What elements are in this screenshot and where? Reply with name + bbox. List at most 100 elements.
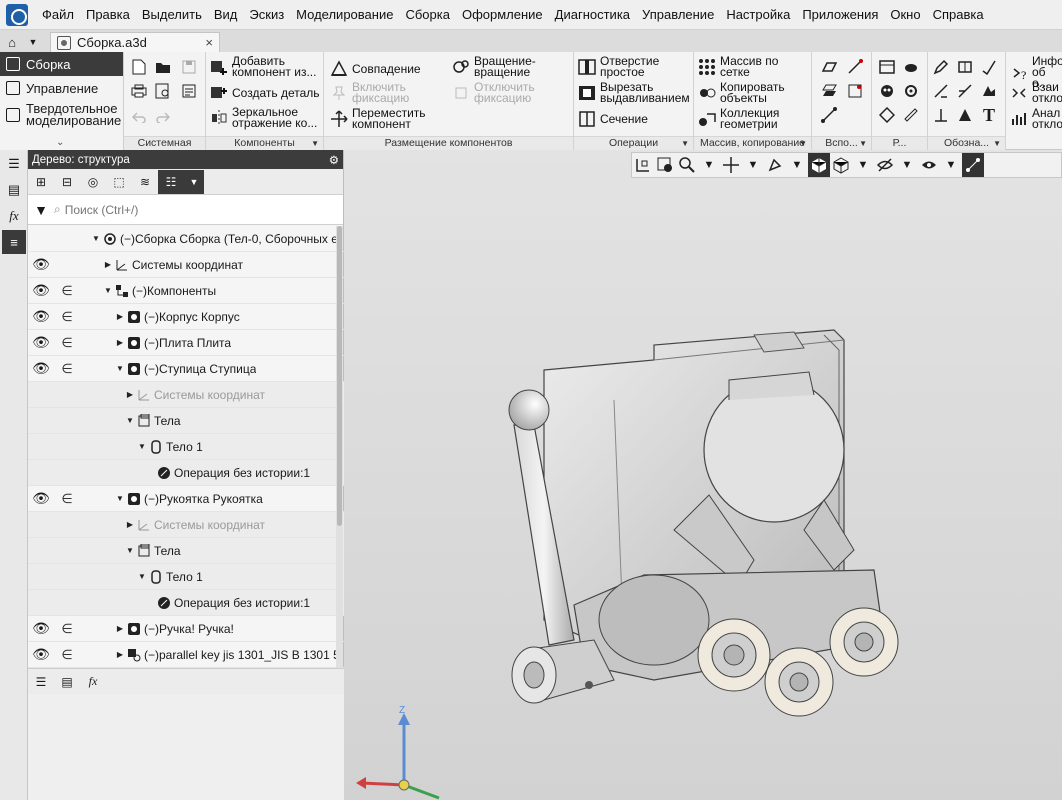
save-icon[interactable] [180, 58, 198, 76]
tree-row-handle-operation[interactable]: Операция без истории:1 [28, 590, 344, 616]
chevron-down-icon[interactable]: ▼ [896, 153, 918, 177]
datum-icon[interactable] [956, 58, 974, 76]
leader-icon[interactable] [932, 82, 950, 100]
tree-structure-icon[interactable]: ☰ [28, 670, 54, 694]
text-icon[interactable]: T [980, 105, 998, 125]
eye-icon[interactable]: 👁 [28, 256, 54, 273]
menu-help[interactable]: Справка [927, 7, 990, 22]
menu-assembly[interactable]: Сборка [399, 7, 456, 22]
roughness-icon[interactable] [980, 58, 998, 76]
include-icon[interactable]: ∈ [54, 621, 80, 637]
preview-icon[interactable] [154, 82, 172, 100]
menu-management[interactable]: Управление [636, 7, 720, 22]
chevron-down-icon[interactable]: ▼ [184, 169, 204, 194]
expand-arrow-icon[interactable]: ▼ [90, 234, 102, 243]
tree-row-knob[interactable]: 👁 ∈ ▶ (−)Ручка! Ручка! [28, 616, 344, 642]
collapsed-arrow-icon[interactable]: ▶ [114, 312, 126, 321]
include-icon[interactable]: ∈ [54, 283, 80, 299]
mode-solid-modeling[interactable]: Твердотельное моделирование [0, 100, 123, 130]
cut-extrude-button[interactable]: Вырезать выдавливанием [578, 81, 690, 104]
mode-management[interactable]: Управление [0, 76, 123, 100]
tree-row-assembly[interactable]: ▼ (−)Сборка Сборка (Тел-0, Сборочных е [28, 226, 344, 252]
tree-scrollbar[interactable] [336, 226, 343, 668]
orientation-icon[interactable] [632, 153, 654, 177]
document-tab[interactable]: Сборка.a3d × [50, 32, 220, 52]
axis-icon[interactable] [846, 58, 864, 76]
menu-modeling[interactable]: Моделирование [290, 7, 399, 22]
chevron-down-icon[interactable]: ▼ [786, 153, 808, 177]
include-icon[interactable]: ∈ [54, 309, 80, 325]
interference-button[interactable]: Взаи откло [1010, 81, 1062, 104]
chevron-down-icon[interactable]: ▼ [852, 153, 874, 177]
enable-fixation-button[interactable]: Включить фиксацию [330, 81, 409, 104]
home-icon[interactable]: ⌂ [0, 32, 24, 52]
mirror-components-button[interactable]: Зеркальное отражение ко... [210, 106, 317, 129]
chevron-down-icon[interactable]: ▼ [24, 32, 42, 52]
plane-icon[interactable] [820, 58, 838, 76]
tree-row-hub-bodies[interactable]: ▼ Тела [28, 408, 344, 434]
collapsed-arrow-icon[interactable]: ▶ [114, 624, 126, 633]
tree-filter-list-icon[interactable]: ☷ [158, 169, 184, 194]
expand-arrow-icon[interactable]: ▼ [136, 572, 148, 581]
mask-icon[interactable] [878, 82, 896, 100]
menu-applications[interactable]: Приложения [796, 7, 884, 22]
undo-icon[interactable] [130, 108, 148, 126]
shaded-cube-icon[interactable] [808, 153, 830, 177]
pencil-icon[interactable] [932, 58, 950, 76]
include-icon[interactable]: ∈ [54, 647, 80, 663]
eye-icon[interactable]: 👁 [28, 360, 54, 377]
close-icon[interactable]: × [205, 35, 213, 50]
base-icon[interactable] [980, 82, 998, 100]
menu-sketch[interactable]: Эскиз [243, 7, 290, 22]
properties-icon[interactable] [180, 82, 198, 100]
eye-icon[interactable]: 👁 [28, 282, 54, 299]
eye-icon[interactable]: 👁 [28, 334, 54, 351]
drawing-view-icon[interactable] [878, 58, 896, 76]
tree-structure-icon[interactable]: ☰ [2, 152, 26, 176]
collapsed-arrow-icon[interactable]: ▶ [114, 650, 126, 659]
move-component-button[interactable]: Переместить компонент [330, 107, 426, 130]
collapsed-arrow-icon[interactable]: ▶ [124, 520, 136, 529]
tree-row-plate[interactable]: 👁 ∈ ▶ (−)Плита Плита [28, 330, 344, 356]
properties-panel-icon[interactable]: ▤ [54, 670, 80, 694]
new-file-icon[interactable] [130, 58, 148, 76]
cone-icon[interactable] [956, 106, 974, 124]
tree-by-operations-icon[interactable]: ⊟ [54, 170, 80, 194]
eye-icon[interactable]: 👁 [28, 308, 54, 325]
hide-icon[interactable] [874, 153, 896, 177]
menu-select[interactable]: Выделить [136, 7, 208, 22]
chevron-down-icon[interactable]: ▼ [698, 153, 720, 177]
grid-array-button[interactable]: Массив по сетке [698, 55, 778, 78]
expand-arrow-icon[interactable]: ▼ [124, 416, 136, 425]
tree-row-handle-coords[interactable]: ▶ Системы координат [28, 512, 344, 538]
weld-icon[interactable] [956, 82, 974, 100]
include-icon[interactable]: ∈ [54, 335, 80, 351]
menu-settings[interactable]: Настройка [720, 7, 796, 22]
expand-arrow-icon[interactable]: ▼ [136, 442, 148, 451]
rotation-rotation-button[interactable]: Вращение-вращение [452, 55, 536, 78]
variables-fx-icon[interactable]: fx [80, 670, 106, 694]
collapsed-arrow-icon[interactable]: ▶ [114, 338, 126, 347]
menu-file[interactable]: Файл [36, 7, 80, 22]
filter-icon[interactable]: ▼ [28, 202, 54, 218]
visibility-filter-icon[interactable] [918, 153, 940, 177]
disable-fixation-button[interactable]: Отключить фиксацию [452, 81, 535, 104]
section-button[interactable]: Сечение [578, 110, 648, 128]
analysis-button[interactable]: Анал откло [1010, 107, 1062, 130]
print-icon[interactable] [130, 82, 148, 100]
expand-arrow-icon[interactable]: ▼ [102, 286, 114, 295]
expand-arrow-icon[interactable]: ▼ [114, 494, 126, 503]
redo-icon[interactable] [154, 108, 172, 126]
collapsed-arrow-icon[interactable]: ▶ [124, 390, 136, 399]
expand-arrow-icon[interactable]: ▼ [114, 364, 126, 373]
gear-edit-icon[interactable] [902, 82, 920, 100]
tree-row-components[interactable]: 👁 ∈ ▼ (−)Компоненты [28, 278, 344, 304]
eye-icon[interactable]: 👁 [28, 490, 54, 507]
menu-edit[interactable]: Правка [80, 7, 136, 22]
tolerance-icon[interactable] [932, 106, 950, 124]
3d-viewport[interactable]: ▼ ▼ ▼ ▼ ▼ ▼ Z [344, 150, 1062, 800]
variables-fx-icon[interactable]: fx [2, 204, 26, 228]
expand-arrow-icon[interactable]: ▼ [124, 546, 136, 555]
eye-icon[interactable]: 👁 [28, 646, 54, 663]
tree-layers-icon[interactable]: ≋ [132, 170, 158, 194]
